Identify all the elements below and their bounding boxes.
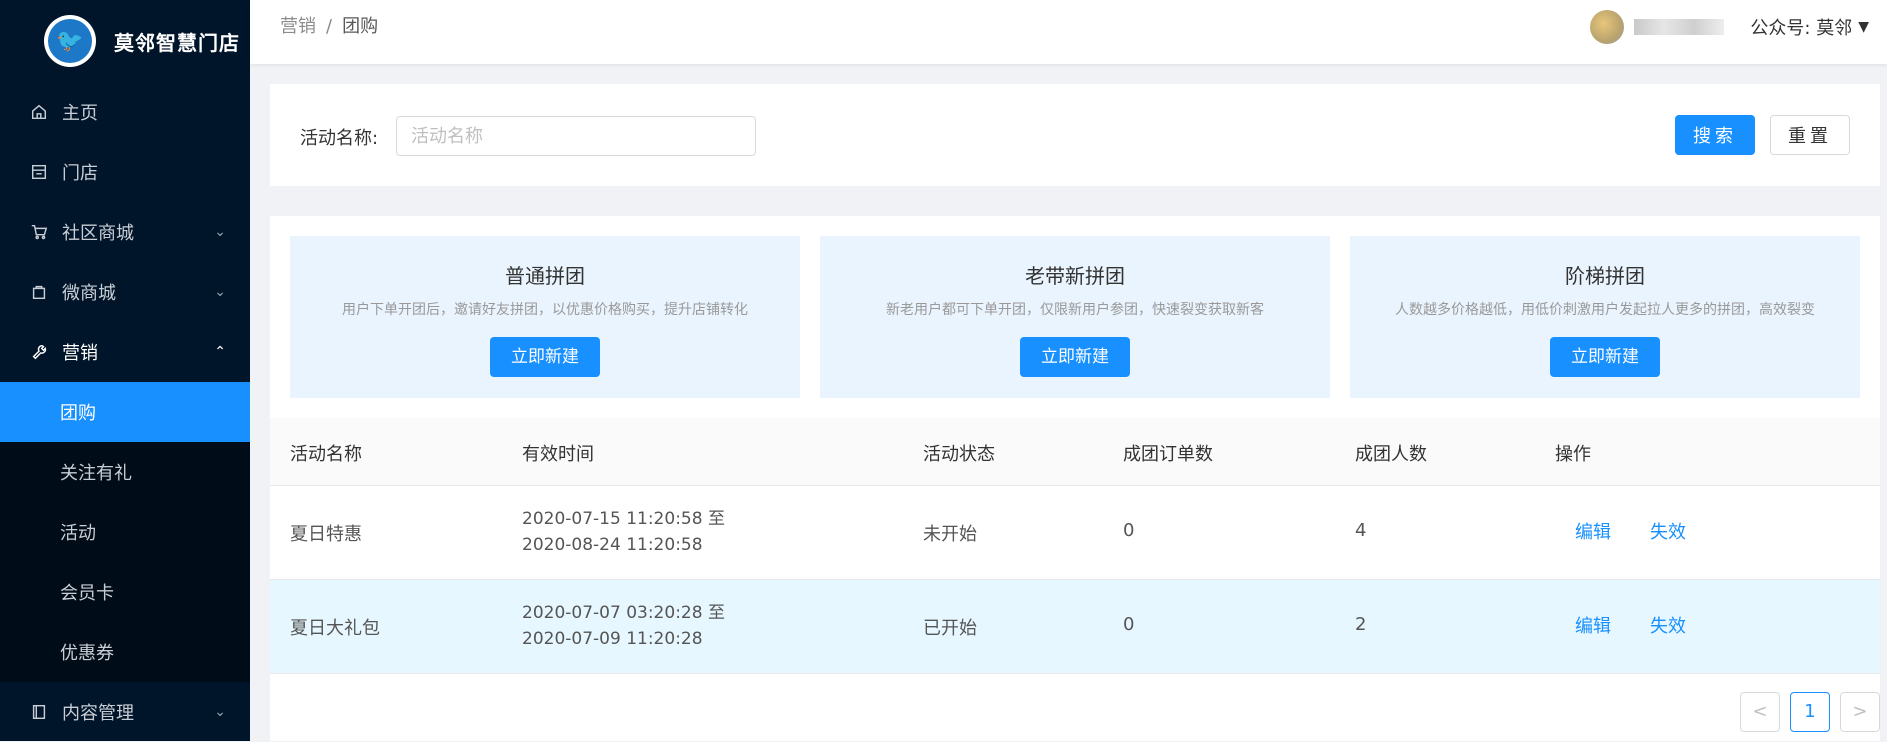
column-header: 有效时间: [522, 444, 594, 465]
card-old-new-group: 老带新拼团 新老用户都可下单开团，仅限新用户参团，快速裂变获取新客 立即新建: [820, 236, 1330, 398]
wrench-icon: [28, 341, 50, 363]
reset-button[interactable]: 重置: [1770, 115, 1850, 155]
time-end: 2020-08-24 11:20:58: [522, 535, 703, 555]
card-normal-group: 普通拼团 用户下单开团后，邀请好友拼团，以优惠价格购买，提升店铺转化 立即新建: [290, 236, 800, 398]
app-logo[interactable]: 🐦 莫邻智慧门店: [0, 0, 250, 82]
column-header: 活动状态: [923, 444, 995, 465]
sidebar-subitem-group-buy[interactable]: 团购: [0, 382, 250, 442]
create-tiered-group-button[interactable]: 立即新建: [1550, 337, 1660, 377]
chevron-down-icon: ⌄: [214, 704, 226, 720]
valid-time: 2020-07-07 03:20:28 至 2020-07-09 11:20:2…: [522, 600, 725, 652]
edit-link[interactable]: 编辑: [1575, 518, 1611, 544]
sidebar-item-home[interactable]: 主页: [0, 82, 250, 142]
activity-status: 已开始: [923, 618, 977, 639]
breadcrumb-current: 团购: [342, 16, 379, 37]
sidebar: 🐦 莫邻智慧门店 主页 门店 社区商城 ⌄ 微商城 ⌄ 营销 ⌃ 团购 关注有礼…: [0, 0, 250, 741]
logo-bird-icon: 🐦: [44, 15, 96, 67]
top-header: 营销 / 团购 公众号: 莫邻 ▼: [250, 0, 1887, 64]
sidebar-item-community-mall[interactable]: 社区商城 ⌄: [0, 202, 250, 262]
breadcrumb: 营销 / 团购: [280, 12, 378, 38]
prev-page-button[interactable]: <: [1740, 692, 1780, 732]
table-row: 夏日大礼包 2020-07-07 03:20:28 至 2020-07-09 1…: [270, 580, 1880, 674]
disable-link[interactable]: 失效: [1650, 612, 1686, 638]
card-tiered-group: 阶梯拼团 人数越多价格越低，用低价刺激用户发起拉人更多的拼团，高效裂变 立即新建: [1350, 236, 1860, 398]
user-menu[interactable]: 公众号: 莫邻 ▼: [1590, 10, 1869, 44]
column-header: 成团人数: [1355, 444, 1427, 465]
card-title: 阶梯拼团: [1565, 264, 1645, 288]
card-title: 老带新拼团: [1025, 264, 1125, 288]
group-orders: 0: [1123, 520, 1135, 541]
activity-status: 未开始: [923, 524, 977, 545]
valid-time: 2020-07-15 11:20:58 至 2020-08-24 11:20:5…: [522, 506, 725, 558]
app-name: 莫邻智慧门店: [114, 30, 240, 55]
breadcrumb-separator: /: [326, 16, 333, 37]
search-panel: 活动名称: 搜索 重置: [270, 84, 1880, 186]
sidebar-item-label: 内容管理: [62, 703, 134, 724]
main-panel: 普通拼团 用户下单开团后，邀请好友拼团，以优惠价格购买，提升店铺转化 立即新建 …: [270, 216, 1880, 741]
create-normal-group-button[interactable]: 立即新建: [490, 337, 600, 377]
chevron-down-icon: ⌄: [214, 224, 226, 240]
group-people: 4: [1355, 520, 1367, 541]
column-header: 操作: [1555, 444, 1591, 465]
sidebar-item-label: 门店: [62, 163, 98, 184]
sidebar-subitem-follow-gift[interactable]: 关注有礼: [0, 442, 250, 502]
sidebar-item-store[interactable]: 门店: [0, 142, 250, 202]
activity-name-label: 活动名称:: [300, 128, 379, 149]
card-title: 普通拼团: [505, 264, 585, 288]
page-1-button[interactable]: 1: [1790, 692, 1830, 732]
book-icon: [28, 701, 50, 723]
store-icon: [28, 161, 50, 183]
time-start: 2020-07-07 03:20:28 至: [522, 603, 725, 623]
column-header: 活动名称: [290, 444, 362, 465]
search-button[interactable]: 搜索: [1675, 115, 1755, 155]
activity-name: 夏日大礼包: [290, 618, 380, 639]
column-header: 成团订单数: [1123, 444, 1213, 465]
sidebar-item-label: 微商城: [62, 283, 116, 304]
cart-icon: [28, 221, 50, 243]
sidebar-item-marketing[interactable]: 营销 ⌃: [0, 322, 250, 382]
sidebar-subitem-coupon[interactable]: 优惠券: [0, 622, 250, 682]
card-description: 人数越多价格越低，用低价刺激用户发起拉人更多的拼团，高效裂变: [1395, 302, 1815, 318]
next-page-button[interactable]: >: [1840, 692, 1880, 732]
marketing-submenu: 团购 关注有礼 活动 会员卡 优惠券: [0, 382, 250, 682]
sidebar-item-label: 主页: [62, 103, 98, 124]
group-orders: 0: [1123, 614, 1135, 635]
sidebar-item-micro-mall[interactable]: 微商城 ⌄: [0, 262, 250, 322]
sidebar-subitem-activity[interactable]: 活动: [0, 502, 250, 562]
account-label: 公众号: 莫邻: [1750, 18, 1853, 39]
bag-icon: [28, 281, 50, 303]
chevron-down-icon: ⌄: [214, 284, 226, 300]
disable-link[interactable]: 失效: [1650, 518, 1686, 544]
activity-name: 夏日特惠: [290, 524, 362, 545]
sidebar-item-label: 营销: [62, 343, 98, 364]
group-people: 2: [1355, 614, 1367, 635]
card-description: 新老用户都可下单开团，仅限新用户参团，快速裂变获取新客: [886, 302, 1264, 318]
breadcrumb-item[interactable]: 营销: [280, 16, 316, 37]
sidebar-item-content-management[interactable]: 内容管理 ⌄: [0, 682, 250, 742]
card-description: 用户下单开团后，邀请好友拼团，以优惠价格购买，提升店铺转化: [342, 302, 748, 318]
caret-down-icon: ▼: [1858, 19, 1869, 35]
time-start: 2020-07-15 11:20:58 至: [522, 509, 725, 529]
time-end: 2020-07-09 11:20:28: [522, 629, 703, 649]
home-icon: [28, 101, 50, 123]
sidebar-subitem-member-card[interactable]: 会员卡: [0, 562, 250, 622]
table-header: 活动名称 有效时间 活动状态 成团订单数 成团人数 操作: [270, 418, 1880, 486]
avatar: [1590, 10, 1625, 44]
activity-name-input[interactable]: [396, 116, 756, 156]
chevron-up-icon: ⌃: [214, 344, 226, 360]
sidebar-item-label: 社区商城: [62, 223, 134, 244]
table-row: 夏日特惠 2020-07-15 11:20:58 至 2020-08-24 11…: [270, 486, 1880, 580]
user-name-blurred: [1634, 19, 1725, 35]
edit-link[interactable]: 编辑: [1575, 612, 1611, 638]
create-old-new-group-button[interactable]: 立即新建: [1020, 337, 1130, 377]
